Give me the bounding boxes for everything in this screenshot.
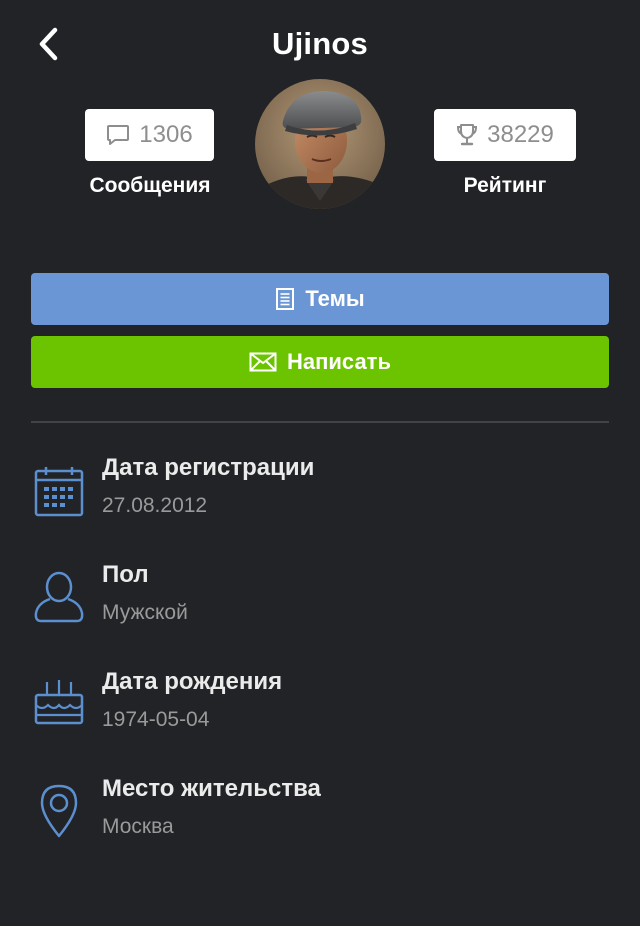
header: Ujinos — [0, 0, 640, 90]
calendar-icon — [30, 461, 88, 521]
info-value: 1974-05-04 — [102, 708, 210, 731]
topics-label: Темы — [305, 286, 365, 311]
messages-count: 1306 — [139, 121, 193, 148]
rating-count-button[interactable]: 38229 — [434, 109, 576, 161]
avatar-photo — [255, 79, 385, 209]
info-birth-date: Дата рождения 1974-05-04 — [0, 666, 640, 756]
location-pin-icon — [30, 781, 88, 841]
rating-label: Рейтинг — [463, 174, 547, 197]
speech-bubble-icon — [107, 125, 130, 145]
write-label: Написать — [287, 349, 391, 374]
rating-count: 38229 — [487, 121, 554, 148]
write-message-button[interactable]: Написать — [31, 336, 609, 388]
messages-label: Сообщения — [89, 174, 211, 197]
info-residence: Место жительства Москва — [0, 773, 640, 863]
info-value: 27.08.2012 — [102, 494, 208, 517]
messages-count-button[interactable]: 1306 — [85, 109, 214, 161]
info-label: Пол — [102, 561, 149, 588]
info-value: Мужской — [102, 601, 188, 624]
avatar[interactable] — [255, 79, 385, 209]
info-label: Дата рождения — [102, 668, 283, 695]
info-value: Москва — [102, 815, 174, 838]
info-registration-date: Дата регистрации 27.08.2012 — [0, 452, 640, 542]
document-icon — [276, 288, 295, 310]
info-gender: Пол Мужской — [0, 559, 640, 649]
trophy-icon — [457, 124, 478, 146]
envelope-icon — [249, 352, 277, 372]
divider — [31, 421, 609, 423]
topics-button[interactable]: Темы — [31, 273, 609, 325]
birthday-cake-icon — [30, 672, 88, 732]
info-label: Место жительства — [102, 775, 321, 802]
person-icon — [30, 566, 88, 626]
page-title: Ujinos — [272, 26, 368, 61]
info-label: Дата регистрации — [102, 454, 315, 481]
